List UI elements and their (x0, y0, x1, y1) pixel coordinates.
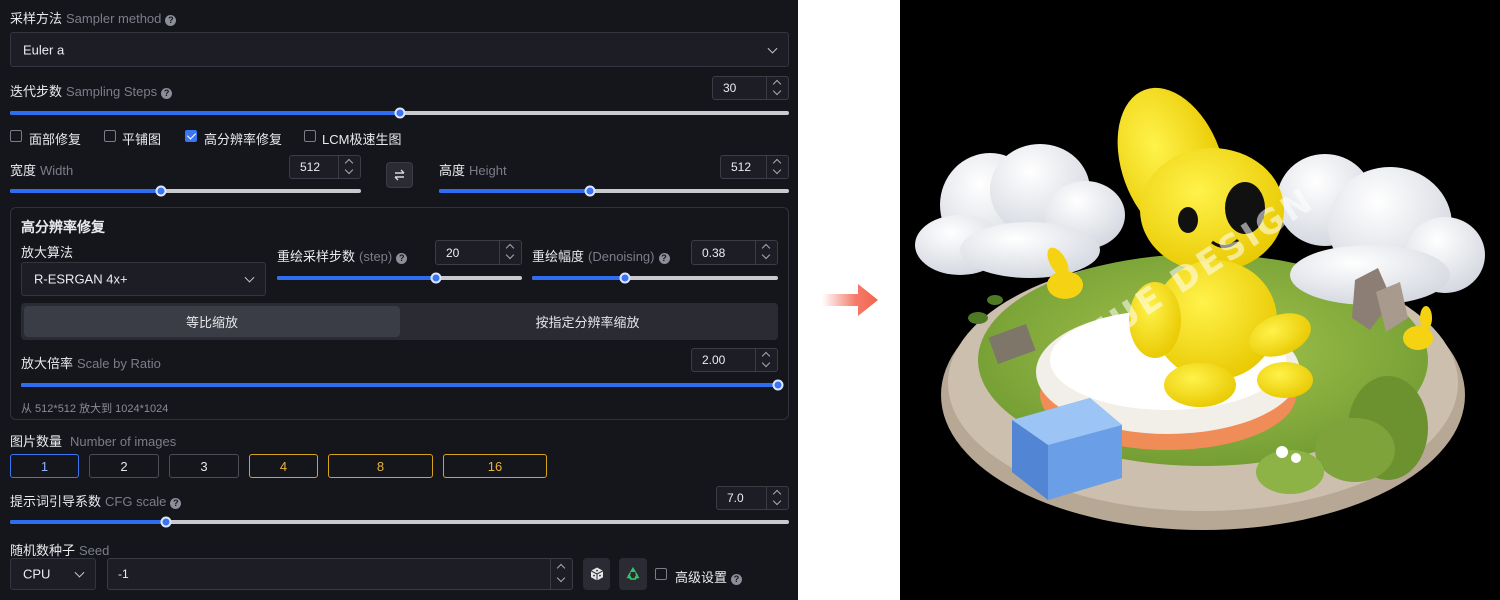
scale-label: 放大倍率 Scale by Ratio (21, 356, 161, 371)
images-option-4[interactable]: 4 (249, 454, 318, 478)
help-icon[interactable]: ? (161, 88, 173, 99)
scale-mode-tabs: 等比缩放 按指定分辨率缩放 (21, 303, 778, 340)
cfg-slider[interactable] (10, 516, 789, 528)
chevron-down-icon (74, 567, 85, 578)
stepper-icon[interactable] (550, 559, 572, 589)
hires-steps-input[interactable]: 20 (435, 240, 522, 265)
width-label: 宽度 Width (10, 163, 74, 178)
generated-image: JUE DESIGN (900, 0, 1500, 600)
checkbox[interactable] (304, 130, 316, 142)
steps-slider[interactable] (10, 107, 789, 119)
hires-steps-label: 重绘采样步数 (step)? (277, 246, 408, 265)
images-option-1[interactable]: 1 (10, 454, 79, 478)
images-option-3[interactable]: 3 (169, 454, 239, 478)
dice-icon (590, 567, 603, 581)
cfg-label: 提示词引导系数 CFG scale? (10, 491, 182, 510)
help-icon[interactable]: ? (165, 15, 177, 26)
steps-label: 迭代步数 Sampling Steps? (10, 81, 173, 100)
stepper-icon[interactable] (766, 77, 788, 99)
images-option-8[interactable]: 8 (328, 454, 433, 478)
images-option-2[interactable]: 2 (89, 454, 159, 478)
scale-input[interactable]: 2.00 (691, 348, 778, 372)
stepper-icon[interactable] (755, 349, 777, 371)
scale-slider[interactable] (21, 379, 784, 391)
upscaler-select[interactable]: R-ESRGAN 4x+ (21, 262, 266, 296)
tab-scale-by-ratio[interactable]: 等比缩放 (24, 306, 400, 337)
hires-steps-slider[interactable] (277, 272, 522, 284)
height-input[interactable]: 512 (720, 155, 789, 179)
help-icon[interactable]: ? (731, 574, 743, 585)
help-icon[interactable]: ? (396, 253, 408, 264)
tab-scale-to-resolution[interactable]: 按指定分辨率缩放 (400, 306, 775, 337)
denoise-input[interactable]: 0.38 (691, 240, 778, 265)
seed-input[interactable]: -1 (107, 558, 573, 590)
height-label: 高度 Height (439, 163, 507, 178)
help-icon[interactable]: ? (658, 253, 670, 264)
cfg-input[interactable]: 7.0 (716, 486, 789, 510)
images-option-16[interactable]: 16 (443, 454, 547, 478)
denoise-label: 重绘幅度 (Denoising)? (532, 246, 670, 265)
height-slider[interactable] (439, 185, 789, 197)
checkbox[interactable] (10, 130, 22, 142)
help-icon[interactable]: ? (170, 498, 182, 509)
seed-label: 随机数种子 Seed (10, 543, 110, 558)
stepper-icon[interactable] (499, 241, 521, 264)
denoise-slider[interactable] (532, 272, 778, 284)
isometric-scene-illustration (915, 87, 1485, 530)
checkbox[interactable] (655, 568, 667, 580)
chevron-down-icon (767, 43, 778, 54)
recycle-icon (626, 567, 640, 580)
swap-dimensions-button[interactable] (386, 162, 413, 188)
random-seed-button[interactable] (583, 558, 610, 590)
sampler-label: 采样方法 Sampler method? (10, 8, 177, 27)
swap-icon (394, 169, 405, 181)
checkbox[interactable] (104, 130, 116, 142)
upscaler-label: 放大算法 (21, 245, 74, 260)
width-input[interactable]: 512 (289, 155, 361, 179)
stepper-icon[interactable] (338, 156, 360, 178)
images-label: 图片数量 Number of images (10, 434, 177, 449)
stepper-icon[interactable] (755, 241, 777, 264)
reuse-seed-button[interactable] (619, 558, 647, 590)
width-slider[interactable] (10, 185, 361, 197)
settings-panel: 采样方法 Sampler method? Euler a 迭代步数 Sampling… (0, 0, 798, 600)
hires-title: 高分辨率修复 (21, 219, 105, 235)
stepper-icon[interactable] (766, 156, 788, 178)
checkbox[interactable] (185, 130, 197, 142)
chevron-down-icon (244, 272, 255, 283)
steps-input[interactable]: 30 (712, 76, 789, 100)
seed-device-select[interactable]: CPU (10, 558, 96, 590)
scale-note: 从 512*512 放大到 1024*1024 (21, 403, 169, 415)
arrow-right-icon (822, 284, 878, 316)
stepper-icon[interactable] (766, 487, 788, 509)
sampler-select[interactable]: Euler a (10, 32, 789, 67)
